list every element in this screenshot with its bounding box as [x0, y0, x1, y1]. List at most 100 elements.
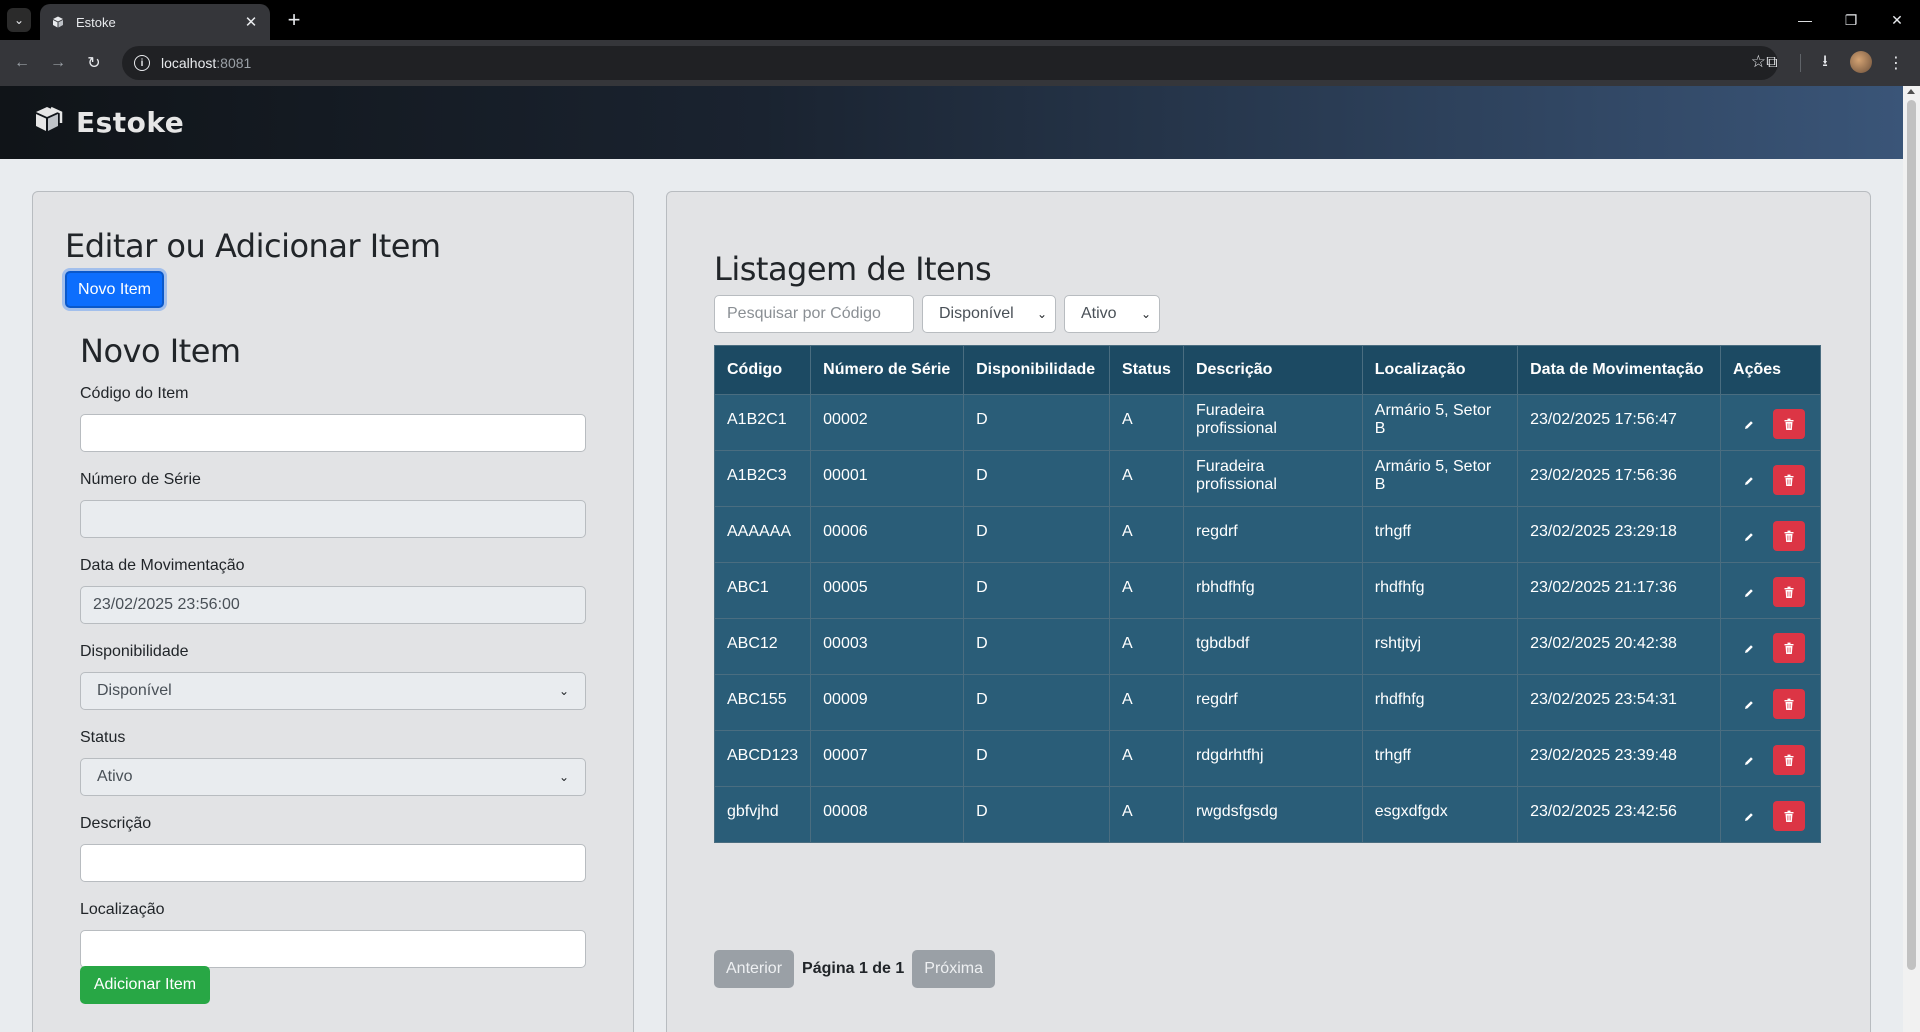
data-movimentacao-input[interactable]: 23/02/2025 23:56:00 [80, 586, 586, 624]
edit-pencil-icon[interactable] [1733, 746, 1765, 776]
page-info: Página 1 de 1 [802, 960, 905, 977]
download-icon[interactable]: ⭳ [1813, 51, 1837, 75]
table-cell: A [1109, 506, 1184, 563]
table-cell: 00009 [810, 674, 965, 731]
edit-pencil-icon[interactable] [1733, 410, 1765, 440]
table-cell: D [963, 394, 1111, 451]
col-header: Ações [1720, 345, 1821, 395]
chevron-down-icon: ⌄ [558, 770, 569, 784]
delete-trash-icon[interactable] [1773, 689, 1806, 720]
edit-pencil-icon[interactable] [1733, 522, 1765, 552]
edit-pencil-icon[interactable] [1733, 634, 1765, 664]
table-cell: A [1109, 730, 1184, 787]
table-cell: D [963, 618, 1111, 675]
status-select[interactable]: Ativo ⌄ [80, 758, 586, 796]
table-cell: D [963, 450, 1111, 507]
actions-cell [1720, 786, 1821, 843]
delete-trash-icon[interactable] [1773, 745, 1806, 776]
delete-trash-icon[interactable] [1773, 465, 1806, 496]
table-cell: 23/02/2025 23:39:48 [1517, 730, 1722, 787]
table-cell: ABC155 [713, 674, 812, 731]
close-window-icon[interactable]: ✕ [1874, 0, 1920, 40]
scrollbar-thumb[interactable] [1907, 100, 1916, 970]
restore-icon[interactable]: ❐ [1828, 0, 1874, 40]
table-cell: 23/02/2025 23:29:18 [1517, 506, 1722, 563]
table-cell: A1B2C1 [713, 394, 812, 451]
delete-trash-icon[interactable] [1773, 521, 1806, 552]
table-cell: ABCD123 [713, 730, 812, 787]
next-page-button[interactable]: Próxima [912, 950, 995, 988]
window-controls: — ❐ ✕ [1782, 0, 1920, 40]
edit-pencil-icon[interactable] [1733, 690, 1765, 720]
descricao-input[interactable] [80, 844, 586, 882]
status-label: Status [80, 729, 126, 746]
table-cell: tgbdbdf [1182, 618, 1363, 675]
descricao-label: Descrição [80, 815, 152, 832]
localizacao-input[interactable] [80, 930, 586, 968]
tab-close-icon[interactable]: ✕ [242, 13, 260, 31]
table-cell: A [1109, 786, 1184, 843]
disponibilidade-select[interactable]: Disponível ⌄ [80, 672, 586, 710]
url-port: :8081 [216, 55, 252, 71]
chevron-down-icon: ⌄ [1140, 307, 1151, 321]
edit-pencil-icon[interactable] [1733, 802, 1765, 832]
new-tab-icon[interactable]: + [282, 7, 306, 32]
codigo-input[interactable] [80, 414, 586, 452]
table-cell: 00008 [810, 786, 965, 843]
delete-trash-icon[interactable] [1773, 801, 1806, 832]
table-cell: 23/02/2025 17:56:47 [1517, 394, 1722, 451]
menu-kebab-icon[interactable]: ⋮ [1884, 51, 1908, 75]
app-header: Estoke [0, 86, 1903, 159]
extensions-icon[interactable]: ⧉ [1760, 51, 1784, 75]
numero-serie-input[interactable] [80, 500, 586, 538]
back-icon[interactable]: ← [8, 49, 36, 77]
site-info-icon[interactable]: i [134, 55, 150, 71]
tab-title: Estoke [76, 14, 116, 30]
delete-trash-icon[interactable] [1773, 577, 1806, 608]
table-cell: ABC12 [713, 618, 812, 675]
table-row: ABC1 00005 D Arbhdfhfg rhdfhfg 23/02/2025 21:… [713, 562, 1821, 619]
table-row: gbfvjhd 00008 D Arwgdsfgsdg esgxdfgdx 23/02/2… [713, 786, 1821, 843]
browser-tab[interactable]: Estoke ✕ [40, 4, 270, 40]
address-bar[interactable]: i localhost:8081 ☆ [122, 46, 1778, 80]
profile-avatar[interactable] [1850, 51, 1872, 73]
table-cell: A [1109, 394, 1184, 451]
data-movimentacao-label: Data de Movimentação [80, 557, 245, 574]
edit-pencil-icon[interactable] [1733, 578, 1765, 608]
disponibilidade-label: Disponibilidade [80, 643, 189, 660]
table-cell: 23/02/2025 23:54:31 [1517, 674, 1722, 731]
page-scrollbar[interactable] [1903, 86, 1920, 1032]
table-cell: A [1109, 618, 1184, 675]
table-cell: trhgff [1361, 506, 1519, 563]
browser-tab-bar: ⌄ Estoke ✕ + — ❐ ✕ [0, 0, 1920, 40]
search-code-input[interactable]: Pesquisar por Código [714, 295, 914, 333]
forward-icon[interactable]: → [44, 49, 72, 77]
table-cell: D [963, 786, 1111, 843]
delete-trash-icon[interactable] [1773, 633, 1806, 664]
table-cell: esgxdfgdx [1361, 786, 1519, 843]
actions-cell [1720, 394, 1821, 451]
table-cell: gbfvjhd [713, 786, 812, 843]
actions-cell [1720, 506, 1821, 563]
col-header: Status [1109, 345, 1184, 395]
prev-page-button[interactable]: Anterior [714, 950, 795, 988]
col-header: Número de Série [810, 345, 965, 395]
new-item-button[interactable]: Novo Item [65, 271, 164, 308]
table-cell: 23/02/2025 23:42:56 [1517, 786, 1722, 843]
filter-status-select[interactable]: Ativo ⌄ [1064, 295, 1160, 333]
reload-icon[interactable]: ↻ [80, 49, 108, 77]
minimize-icon[interactable]: — [1782, 0, 1828, 40]
tab-search-icon[interactable]: ⌄ [7, 8, 31, 32]
table-row: ABCD123 00007 D Ardgdrhtfhj trhgff 23/02/2025… [713, 730, 1821, 787]
col-header: Data de Movimentação [1517, 345, 1722, 395]
actions-cell [1720, 730, 1821, 787]
boxes-logo-icon [36, 106, 63, 131]
edit-pencil-icon[interactable] [1733, 466, 1765, 496]
scroll-up-arrow-icon[interactable] [1907, 89, 1915, 94]
add-item-button[interactable]: Adicionar Item [80, 966, 210, 1004]
filter-disponibilidade-select[interactable]: Disponível ⌄ [922, 295, 1056, 333]
table-cell: trhgff [1361, 730, 1519, 787]
delete-trash-icon[interactable] [1773, 409, 1806, 440]
localizacao-label: Localização [80, 901, 165, 918]
table-cell: 23/02/2025 17:56:36 [1517, 450, 1722, 507]
